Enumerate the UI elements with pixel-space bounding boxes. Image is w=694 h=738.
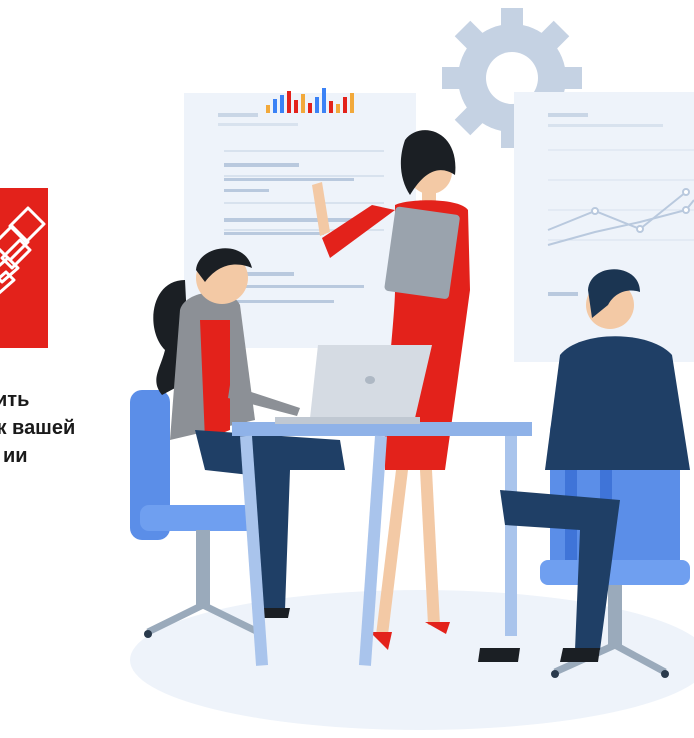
handshake-logo-icon bbox=[0, 206, 46, 295]
tagline-line-2: иж вашей bbox=[0, 417, 76, 439]
tagline-text: ить иж вашей ии bbox=[0, 386, 170, 470]
office-meeting-illustration bbox=[130, 8, 694, 730]
laptop-icon bbox=[275, 345, 432, 424]
tagline-line-1: ить bbox=[0, 389, 30, 411]
tagline-line-3: ии bbox=[3, 445, 28, 467]
brand-tile bbox=[0, 188, 48, 348]
